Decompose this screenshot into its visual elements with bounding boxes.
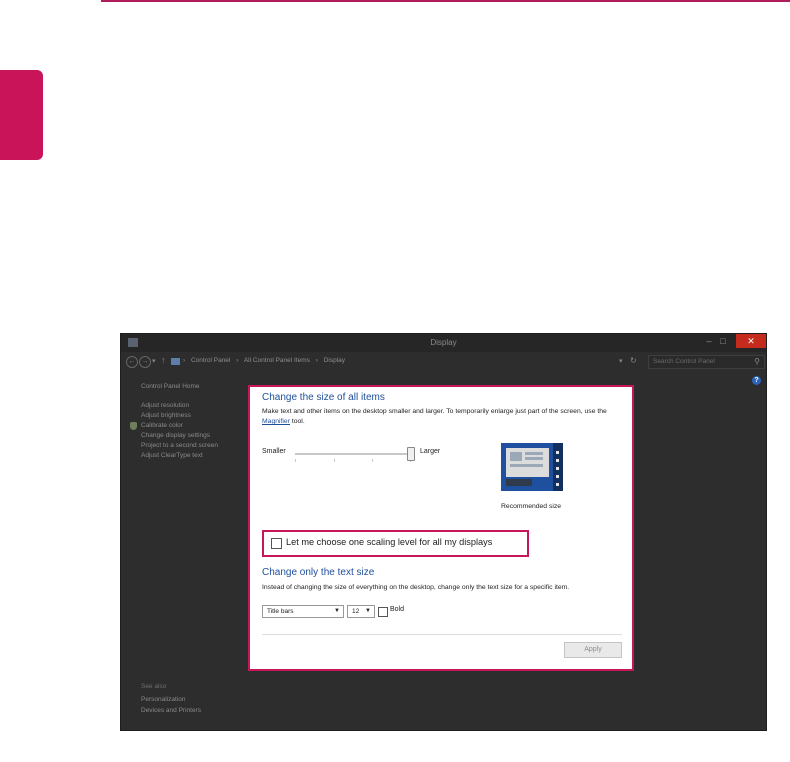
slider-tick xyxy=(334,459,335,462)
divider xyxy=(262,634,622,635)
sidebar-item-calibrate-color[interactable]: Calibrate color xyxy=(130,421,218,431)
close-button[interactable]: ✕ xyxy=(736,334,766,348)
font-size-select-value: 12 xyxy=(352,608,360,615)
description-text-1: Make text and other items on the desktop… xyxy=(262,408,607,415)
preview-block xyxy=(525,452,543,455)
sidebar-home-link[interactable]: Control Panel Home xyxy=(141,383,200,390)
breadcrumb-sep: › xyxy=(315,357,318,364)
magnifier-link[interactable]: Magnifier xyxy=(262,418,290,425)
item-select[interactable]: Title bars ▼ xyxy=(262,605,344,618)
description-change-size: Make text and other items on the desktop… xyxy=(262,407,627,427)
slider-tick xyxy=(295,459,296,462)
slider-tick xyxy=(372,459,373,462)
font-size-select[interactable]: 12 ▼ xyxy=(347,605,375,618)
see-also-list: Personalization Devices and Printers xyxy=(141,694,201,716)
chevron-down-icon: ▼ xyxy=(334,608,340,614)
display-window: Display – □ ✕ ← → ▾ ↑ › Control Panel › … xyxy=(120,333,767,731)
minimize-button[interactable]: – xyxy=(702,334,716,348)
help-icon[interactable]: ? xyxy=(752,376,761,385)
sidebar-item-adjust-resolution[interactable]: Adjust resolution xyxy=(141,401,218,411)
chevron-down-icon: ▼ xyxy=(365,608,371,614)
address-row: ← → ▾ ↑ › Control Panel › All Control Pa… xyxy=(121,352,766,371)
sidebar-list: Adjust resolution Adjust brightness Cali… xyxy=(130,401,218,461)
sidebar-item-adjust-brightness[interactable]: Adjust brightness xyxy=(141,411,218,421)
slider-thumb[interactable] xyxy=(407,447,415,461)
see-also-heading: See also xyxy=(141,683,167,690)
see-also-devices-printers[interactable]: Devices and Printers xyxy=(141,705,201,716)
back-icon[interactable]: ← xyxy=(126,356,138,368)
breadcrumb-item[interactable]: All Control Panel Items xyxy=(244,357,310,364)
breadcrumb-sep: › xyxy=(236,357,239,364)
shield-icon xyxy=(130,422,137,430)
window-title: Display xyxy=(430,338,457,347)
preview-block xyxy=(525,457,543,460)
address-dropdown-icon[interactable]: ▾ xyxy=(619,357,623,365)
sidebar-item-change-display-settings[interactable]: Change display settings xyxy=(141,431,218,441)
preview-dot xyxy=(556,451,559,454)
description-text-size: Instead of changing the size of everythi… xyxy=(262,584,570,591)
sidebar-item-adjust-cleartype[interactable]: Adjust ClearType text xyxy=(141,451,218,461)
maximize-button[interactable]: □ xyxy=(716,334,730,348)
display-preview-image xyxy=(501,443,563,491)
bold-label[interactable]: Bold xyxy=(390,606,404,613)
item-select-value: Title bars xyxy=(267,608,294,615)
preview-block xyxy=(510,452,522,461)
preview-dot xyxy=(556,467,559,470)
preview-block xyxy=(510,464,543,467)
title-bar: Display – □ ✕ xyxy=(121,334,766,352)
chapter-tab xyxy=(0,70,43,160)
refresh-icon[interactable]: ↻ xyxy=(630,356,637,365)
preview-dot xyxy=(556,459,559,462)
preview-taskbar xyxy=(506,479,532,486)
top-rule xyxy=(101,0,790,2)
control-panel-icon xyxy=(171,358,180,365)
search-input[interactable]: Search Control Panel ⚲ xyxy=(648,355,765,369)
size-slider[interactable] xyxy=(295,453,411,455)
search-placeholder: Search Control Panel xyxy=(653,358,715,365)
recent-pages-icon[interactable]: ▾ xyxy=(152,357,156,365)
breadcrumb-item[interactable]: Control Panel xyxy=(191,357,230,364)
sidebar-item-project-second-screen[interactable]: Project to a second screen xyxy=(141,441,218,451)
search-icon[interactable]: ⚲ xyxy=(754,357,760,366)
apply-button[interactable]: Apply xyxy=(564,642,622,658)
display-settings-panel: Change the size of all items Make text a… xyxy=(248,385,634,671)
choose-scaling-highlight: Let me choose one scaling level for all … xyxy=(262,530,529,557)
up-icon[interactable]: ↑ xyxy=(161,355,166,365)
sidebar: Control Panel Home Adjust resolution Adj… xyxy=(121,371,241,730)
forward-icon[interactable]: → xyxy=(139,356,151,368)
choose-scaling-label[interactable]: Let me choose one scaling level for all … xyxy=(286,537,492,547)
heading-change-text-size: Change only the text size xyxy=(262,567,375,578)
preview-dot xyxy=(556,483,559,486)
see-also-personalization[interactable]: Personalization xyxy=(141,694,201,705)
heading-change-size-all: Change the size of all items xyxy=(262,392,385,403)
sidebar-item-label: Calibrate color xyxy=(141,422,183,429)
description-text-2: tool. xyxy=(289,418,305,425)
breadcrumb-item[interactable]: Display xyxy=(324,357,345,364)
breadcrumb-sep: › xyxy=(183,357,186,364)
choose-scaling-checkbox[interactable] xyxy=(271,538,282,549)
slider-max-label: Larger xyxy=(420,448,441,455)
bold-checkbox[interactable] xyxy=(378,607,388,617)
slider-min-label: Smaller xyxy=(262,448,286,455)
recommended-size-label: Recommended size xyxy=(501,503,562,510)
preview-dot xyxy=(556,475,559,478)
breadcrumb[interactable]: › Control Panel › All Control Panel Item… xyxy=(183,357,349,364)
